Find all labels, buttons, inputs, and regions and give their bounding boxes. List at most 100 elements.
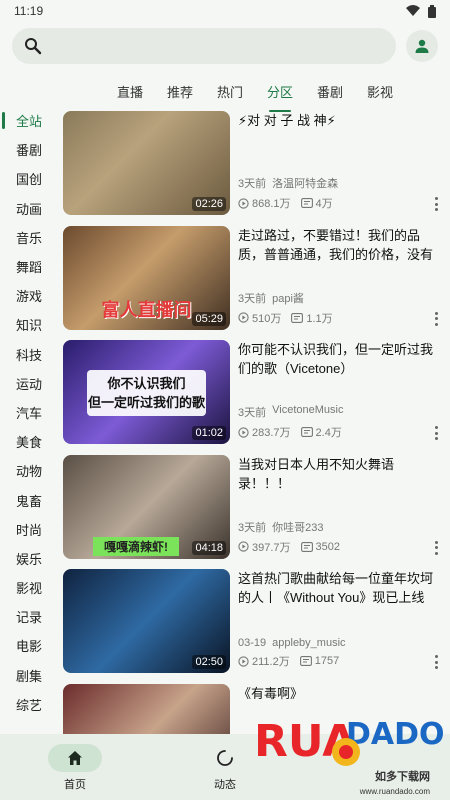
video-card[interactable]: 富人直播间 05:29 走过路过，不要错过！我们的品质，普普通通，我们的价格，没… (58, 225, 450, 330)
video-title[interactable]: 你可能不认识我们，但一定听过我们的歌（Vicetone） (238, 340, 438, 380)
view-count-value: 397.7万 (252, 541, 291, 554)
account-button[interactable] (406, 30, 438, 62)
video-duration: 01:02 (192, 426, 226, 440)
danmaku-count-value: 1.1万 (306, 312, 333, 325)
thumbnail-caption: 你不认识我们 但一定听过我们的歌 (87, 370, 206, 416)
sidebar-item-series[interactable]: 剧集 (0, 661, 58, 690)
status-icons (406, 4, 436, 18)
video-thumbnail[interactable]: 嘎嘎滴辣虾! 04:18 (63, 454, 230, 559)
play-count-icon (238, 312, 249, 323)
video-meta: 03-19 appleby_music (238, 637, 346, 649)
sidebar-item-film-tv[interactable]: 影视 (0, 573, 58, 602)
video-time: 03-19 (238, 637, 267, 649)
danmaku-count-value: 4万 (315, 198, 333, 210)
sidebar-item-movies[interactable]: 电影 (0, 631, 58, 660)
play-count-icon (238, 197, 249, 209)
nav-home-pill (48, 744, 102, 772)
sidebar-item-documentary[interactable]: 记录 (0, 602, 58, 631)
view-count: 397.7万 (238, 539, 291, 555)
danmaku-count: 1.1万 (291, 310, 333, 326)
sidebar-item-dance[interactable]: 舞蹈 (0, 252, 58, 281)
video-card[interactable]: 02:26 ⚡对 对 子 战 神⚡ 3天前 洛温阿特金森 868.1万 4万 (58, 111, 450, 215)
more-options-icon[interactable] (434, 540, 438, 555)
search-bar[interactable] (12, 28, 396, 64)
thumbnail-caption: 嘎嘎滴辣虾! (93, 536, 179, 556)
more-options-icon[interactable] (434, 426, 438, 440)
video-title[interactable]: 走过路过，不要错过！我们的品质，普普通通，我们的价格，没有极限... (238, 226, 438, 266)
nav-dynamic-pill (198, 744, 252, 772)
video-info: ⚡对 对 子 战 神⚡ 3天前 洛温阿特金森 868.1万 4万 (230, 111, 450, 215)
video-card[interactable]: 02:50 这首热门歌曲献给每一位童年坎坷的人丨《Without You》现已上… (58, 569, 450, 673)
view-count: 868.1万 (238, 195, 291, 211)
sidebar-item-animals[interactable]: 动物 (0, 456, 58, 485)
sidebar-item-games[interactable]: 游戏 (0, 281, 58, 310)
video-duration: 04:18 (192, 540, 226, 555)
search-row (0, 22, 450, 66)
more-options-icon[interactable] (434, 311, 438, 326)
sidebar-item-animation[interactable]: 动画 (0, 194, 58, 223)
view-count: 283.7万 (238, 424, 291, 440)
danmaku-count-value: 2.4万 (315, 427, 342, 439)
sidebar-item-fashion[interactable]: 时尚 (0, 515, 58, 544)
video-author[interactable]: 洛温阿特金森 (272, 175, 338, 191)
video-stats: 283.7万 2.4万 (238, 424, 342, 440)
danmaku-count-value: 3502 (315, 540, 341, 553)
danmaku-count: 1757 (299, 655, 339, 667)
home-icon (68, 751, 82, 765)
search-input[interactable] (50, 38, 396, 54)
dynamic-icon (217, 750, 233, 766)
video-thumbnail[interactable]: 02:50 (63, 569, 230, 673)
svg-text:DADO: DADO (346, 717, 444, 752)
danmaku-count: 3502 (300, 540, 341, 553)
video-title[interactable]: ⚡对 对 子 战 神⚡ (238, 111, 438, 151)
danmaku-icon (291, 312, 304, 323)
sidebar-item-cars[interactable]: 汽车 (0, 398, 58, 427)
play-count-icon (238, 541, 249, 552)
more-options-icon[interactable] (434, 197, 438, 211)
video-thumbnail[interactable]: 富人直播间 05:29 (63, 225, 230, 330)
sidebar-item-guochuang[interactable]: 国创 (0, 164, 58, 193)
video-thumbnail[interactable] (63, 683, 230, 734)
sidebar-item-sports[interactable]: 运动 (0, 369, 58, 398)
video-author[interactable]: 你哇哥233 (272, 519, 323, 535)
sidebar-item-kichiku[interactable]: 鬼畜 (0, 485, 58, 514)
sidebar-item-music[interactable]: 音乐 (0, 223, 58, 252)
video-time: 3天前 (238, 521, 267, 534)
more-options-icon[interactable] (434, 655, 438, 669)
battery-icon (428, 4, 436, 18)
sidebar-item-knowledge[interactable]: 知识 (0, 310, 58, 339)
video-author[interactable]: VicetoneMusic (272, 404, 343, 420)
video-time: 3天前 (238, 407, 267, 419)
video-thumbnail[interactable]: 02:26 (63, 111, 230, 215)
video-thumbnail[interactable]: 你不认识我们 但一定听过我们的歌 01:02 (63, 340, 230, 444)
video-title[interactable]: 当我对日本人用不知火舞语录！！！ (238, 455, 438, 495)
video-meta: 3天前 你哇哥233 (238, 519, 323, 535)
play-count-icon (238, 426, 249, 438)
video-stats: 211.2万 1757 (238, 653, 339, 669)
view-count-value: 211.2万 (252, 656, 290, 668)
main-content: 全站 番剧 国创 动画 音乐 舞蹈 游戏 知识 科技 运动 汽车 美食 动物 鬼… (0, 102, 450, 734)
ruandado-logo: RUA DADO (254, 716, 445, 767)
video-card[interactable]: 嘎嘎滴辣虾! 04:18 当我对日本人用不知火舞语录！！！ 3天前 你哇哥233… (58, 454, 450, 559)
video-author[interactable]: appleby_music (272, 637, 345, 649)
video-author[interactable]: papi酱 (272, 290, 304, 306)
view-count-value: 283.7万 (252, 427, 291, 439)
sidebar-item-entertainment[interactable]: 娱乐 (0, 544, 58, 573)
video-duration: 05:29 (192, 311, 226, 326)
status-bar: 11:19 (0, 0, 450, 22)
video-info: 这首热门歌曲献给每一位童年坎坷的人丨《Without You》现已上线 03-1… (230, 569, 450, 673)
sidebar-item-variety[interactable]: 综艺 (0, 690, 58, 719)
nav-home[interactable]: 首页 (0, 734, 150, 800)
person-icon (415, 39, 429, 53)
watermark-logo: RUA DADO 如多下载网 www.ruandado.com (254, 708, 445, 796)
sidebar-item-tech[interactable]: 科技 (0, 340, 58, 369)
danmaku-icon (300, 198, 313, 208)
sidebar-item-all[interactable]: 全站 (0, 106, 58, 135)
sidebar-item-food[interactable]: 美食 (0, 427, 58, 456)
video-stats: 510万 1.1万 (238, 310, 333, 326)
video-card[interactable]: 你不认识我们 但一定听过我们的歌 01:02 你可能不认识我们，但一定听过我们的… (58, 340, 450, 444)
danmaku-icon (300, 427, 313, 437)
video-stats: 397.7万 3502 (238, 539, 340, 555)
sidebar-item-bangumi[interactable]: 番剧 (0, 135, 58, 164)
video-title[interactable]: 这首热门歌曲献给每一位童年坎坷的人丨《Without You》现已上线 (238, 569, 438, 609)
